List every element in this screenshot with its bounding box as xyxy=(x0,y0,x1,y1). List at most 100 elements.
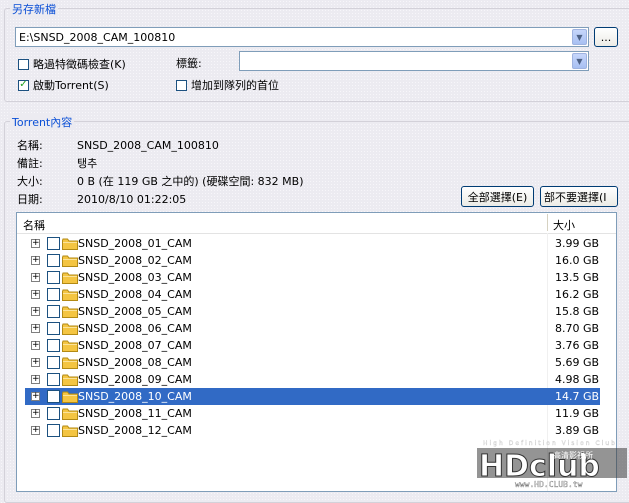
file-name: SNSD_2008_10_CAM xyxy=(78,390,192,403)
start-torrent-option[interactable]: ✓ 啟動Torrent(S) xyxy=(18,77,109,93)
folder-icon xyxy=(62,289,78,301)
folder-icon xyxy=(62,374,78,386)
watermark-tagline: High Definition Vision Club xyxy=(483,440,617,447)
comment-label: 備註: xyxy=(17,157,43,170)
table-row[interactable]: + SNSD_2008_11_CAM 11.9 GB xyxy=(17,405,600,422)
column-header-size[interactable]: 大小 xyxy=(553,217,575,233)
queue-top-checkbox[interactable] xyxy=(176,79,187,91)
select-all-button[interactable]: 全部選擇(E) xyxy=(461,186,534,207)
expand-plus-icon[interactable]: + xyxy=(31,426,40,435)
torrent-name-row: 名稱: SNSD_2008_CAM_100810 xyxy=(17,137,219,153)
start-torrent-label: 啟動Torrent(S) xyxy=(33,79,109,92)
column-header-name[interactable]: 名稱 xyxy=(23,217,45,233)
skip-hash-label: 略過特徵碼檢查(K) xyxy=(33,58,126,71)
file-name: SNSD_2008_06_CAM xyxy=(78,322,192,335)
table-row[interactable]: + SNSD_2008_04_CAM 16.2 GB xyxy=(17,286,600,303)
file-size: 4.98 GB xyxy=(555,373,600,386)
column-separator[interactable] xyxy=(547,214,548,231)
file-name: SNSD_2008_09_CAM xyxy=(78,373,192,386)
date-label: 日期: xyxy=(17,193,43,206)
expand-plus-icon[interactable]: + xyxy=(31,392,40,401)
size-value: 0 B (在 119 GB 之中的) (硬碟空間: 832 MB) xyxy=(77,175,304,188)
table-row[interactable]: + SNSD_2008_01_CAM 3.99 GB xyxy=(17,235,600,252)
chevron-down-icon[interactable]: ▼ xyxy=(572,29,587,45)
file-checkbox[interactable] xyxy=(47,424,60,437)
expand-plus-icon[interactable]: + xyxy=(31,239,40,248)
table-row[interactable]: + SNSD_2008_03_CAM 13.5 GB xyxy=(17,269,600,286)
table-row[interactable]: + SNSD_2008_02_CAM 16.0 GB xyxy=(17,252,600,269)
table-row[interactable]: + SNSD_2008_09_CAM 4.98 GB xyxy=(17,371,600,388)
file-tree-header: 名稱 大小 xyxy=(17,213,616,234)
file-size: 15.8 GB xyxy=(555,305,600,318)
size-label: 大小: xyxy=(17,175,43,188)
folder-icon xyxy=(62,408,78,420)
expand-plus-icon[interactable]: + xyxy=(31,273,40,282)
file-checkbox[interactable] xyxy=(47,322,60,335)
folder-icon xyxy=(62,391,78,403)
folder-icon xyxy=(62,255,78,267)
file-size: 3.76 GB xyxy=(555,339,600,352)
label-combo[interactable]: ▼ xyxy=(239,51,589,71)
expand-plus-icon[interactable]: + xyxy=(31,307,40,316)
folder-icon xyxy=(62,340,78,352)
table-row[interactable]: + SNSD_2008_08_CAM 5.69 GB xyxy=(17,354,600,371)
torrent-section-title: Torrent內容 xyxy=(10,114,75,130)
folder-icon xyxy=(62,323,78,335)
table-row[interactable]: + SNSD_2008_10_CAM 14.7 GB xyxy=(17,388,600,405)
watermark-url: www.HD.CLUB.tw xyxy=(515,480,583,489)
folder-icon xyxy=(62,272,78,284)
folder-icon xyxy=(62,425,78,437)
watermark: High Definition Vision Club HDclub 高清影視所… xyxy=(475,436,629,489)
expand-plus-icon[interactable]: + xyxy=(31,324,40,333)
torrent-comment-row: 備註: 탱추 xyxy=(17,155,97,171)
file-checkbox[interactable] xyxy=(47,288,60,301)
save-path-combo[interactable]: E:\SNSD_2008_CAM_100810 ▼ xyxy=(15,27,589,47)
file-name: SNSD_2008_03_CAM xyxy=(78,271,192,284)
folder-icon xyxy=(62,238,78,250)
expand-plus-icon[interactable]: + xyxy=(31,358,40,367)
skip-hash-option[interactable]: 略過特徵碼檢查(K) xyxy=(18,56,126,72)
start-torrent-checkbox[interactable]: ✓ xyxy=(18,79,29,91)
expand-plus-icon[interactable]: + xyxy=(31,375,40,384)
file-size: 8.70 GB xyxy=(555,322,600,335)
comment-value: 탱추 xyxy=(77,157,98,170)
file-name: SNSD_2008_12_CAM xyxy=(78,424,192,437)
browse-button[interactable]: ... xyxy=(594,27,618,47)
file-checkbox[interactable] xyxy=(47,237,60,250)
table-row[interactable]: + SNSD_2008_05_CAM 15.8 GB xyxy=(17,303,600,320)
name-value: SNSD_2008_CAM_100810 xyxy=(77,138,219,152)
file-name: SNSD_2008_07_CAM xyxy=(78,339,192,352)
torrent-size-row: 大小: 0 B (在 119 GB 之中的) (硬碟空間: 832 MB) xyxy=(17,173,304,189)
file-size: 11.9 GB xyxy=(555,407,600,420)
file-checkbox[interactable] xyxy=(47,339,60,352)
deselect-all-button[interactable]: 部不要選擇(I xyxy=(540,186,618,207)
file-checkbox[interactable] xyxy=(47,271,60,284)
file-size: 16.0 GB xyxy=(555,254,600,267)
queue-top-option[interactable]: 增加到隊列的首位 xyxy=(176,77,279,93)
file-checkbox[interactable] xyxy=(47,390,60,403)
file-name: SNSD_2008_08_CAM xyxy=(78,356,192,369)
expand-plus-icon[interactable]: + xyxy=(31,256,40,265)
file-checkbox[interactable] xyxy=(47,254,60,267)
file-size: 13.5 GB xyxy=(555,271,600,284)
torrent-date-row: 日期: 2010/8/10 01:22:05 xyxy=(17,191,186,207)
table-row[interactable]: + SNSD_2008_06_CAM 8.70 GB xyxy=(17,320,600,337)
file-name: SNSD_2008_02_CAM xyxy=(78,254,192,267)
skip-hash-checkbox[interactable] xyxy=(18,58,29,70)
save-section-title: 另存新檔 xyxy=(10,1,58,17)
file-size: 5.69 GB xyxy=(555,356,600,369)
file-checkbox[interactable] xyxy=(47,407,60,420)
queue-top-label: 增加到隊列的首位 xyxy=(191,79,279,92)
file-name: SNSD_2008_04_CAM xyxy=(78,288,192,301)
expand-plus-icon[interactable]: + xyxy=(31,409,40,418)
file-name: SNSD_2008_05_CAM xyxy=(78,305,192,318)
expand-plus-icon[interactable]: + xyxy=(31,341,40,350)
file-checkbox[interactable] xyxy=(47,356,60,369)
table-row[interactable]: + SNSD_2008_07_CAM 3.76 GB xyxy=(17,337,600,354)
file-size: 16.2 GB xyxy=(555,288,600,301)
expand-plus-icon[interactable]: + xyxy=(31,290,40,299)
chevron-down-icon[interactable]: ▼ xyxy=(572,53,587,69)
file-checkbox[interactable] xyxy=(47,373,60,386)
file-checkbox[interactable] xyxy=(47,305,60,318)
label-caption: 標籤: xyxy=(176,57,202,70)
